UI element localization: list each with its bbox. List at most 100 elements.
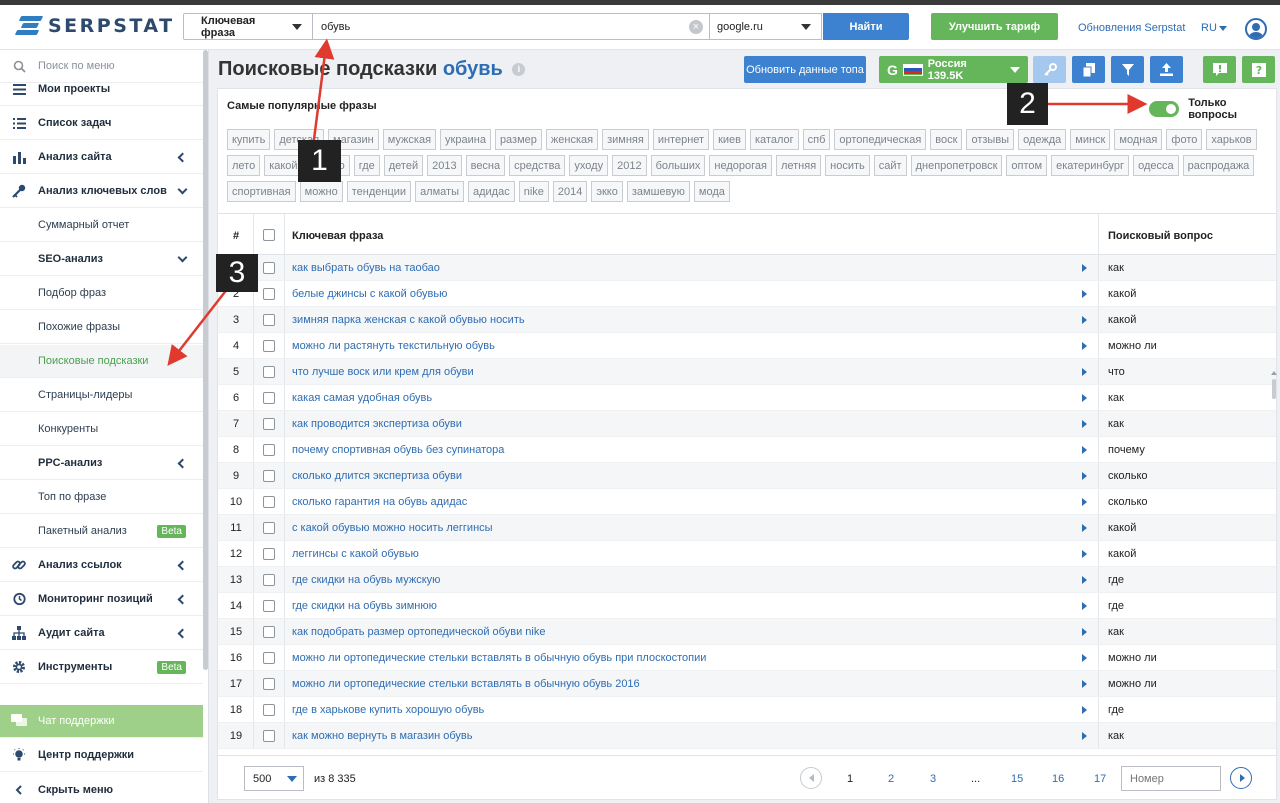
phrase-tag[interactable]: лето xyxy=(227,155,261,176)
phrase-tag[interactable]: где xyxy=(353,155,380,176)
row-checkbox[interactable] xyxy=(263,678,275,690)
feedback-button[interactable] xyxy=(1203,56,1236,83)
header-question[interactable]: Поисковый вопрос xyxy=(1099,230,1269,242)
info-icon[interactable]: i xyxy=(512,63,526,77)
sidebar-item-tools[interactable]: Инструменты Beta xyxy=(0,651,203,684)
phrase-tag[interactable]: воск xyxy=(930,129,963,150)
expand-arrow-icon[interactable] xyxy=(1082,524,1087,532)
phrase-tag[interactable]: алматы xyxy=(415,181,464,202)
sidebar-scrollbar[interactable] xyxy=(203,50,208,670)
row-keyword-link[interactable]: белые джинсы с какой обувью xyxy=(284,288,1098,300)
page-link[interactable]: 3 xyxy=(930,773,936,785)
database-select[interactable]: google.ru xyxy=(710,13,822,40)
row-checkbox[interactable] xyxy=(263,262,275,274)
phrase-tag[interactable]: замшевую xyxy=(626,181,690,202)
expand-arrow-icon[interactable] xyxy=(1082,446,1087,454)
only-questions-toggle[interactable] xyxy=(1149,101,1180,117)
sidebar-item-phrase-selection[interactable]: Подбор фраз xyxy=(0,277,203,310)
phrase-tag[interactable]: недорогая xyxy=(709,155,772,176)
row-keyword-link[interactable]: как подобрать размер ортопедической обув… xyxy=(284,626,1098,638)
row-checkbox[interactable] xyxy=(263,288,275,300)
row-keyword-link[interactable]: леггинсы с какой обувью xyxy=(284,548,1098,560)
row-keyword-link[interactable]: можно ли ортопедические стельки вставлят… xyxy=(284,652,1098,664)
sidebar-item-similar-phrases[interactable]: Похожие фразы xyxy=(0,311,203,344)
sidebar-item-seo-analysis[interactable]: SEO-анализ xyxy=(0,243,203,276)
phrase-tag[interactable]: спортивная xyxy=(227,181,296,202)
phrase-tag[interactable]: харьков xyxy=(1206,129,1257,150)
expand-arrow-icon[interactable] xyxy=(1082,602,1087,610)
phrase-tag[interactable]: фото xyxy=(1166,129,1203,150)
row-keyword-link[interactable]: сколько гарантия на обувь адидас xyxy=(284,496,1098,508)
row-checkbox[interactable] xyxy=(263,496,275,508)
sidebar-item-hide-menu[interactable]: Скрыть меню xyxy=(0,773,203,803)
row-checkbox[interactable] xyxy=(263,418,275,430)
sidebar-item-ppc-analysis[interactable]: PPC-анализ xyxy=(0,447,203,480)
expand-arrow-icon[interactable] xyxy=(1082,290,1087,298)
user-avatar-icon[interactable] xyxy=(1245,18,1267,40)
phrase-tag[interactable]: оптом xyxy=(1006,155,1048,176)
phrase-tag[interactable]: 2013 xyxy=(427,155,462,176)
phrase-tag[interactable]: одежда xyxy=(1018,129,1067,150)
phrase-tag[interactable]: адидас xyxy=(467,181,515,202)
row-keyword-link[interactable]: сколько длится экспертиза обуви xyxy=(284,470,1098,482)
page-number-input[interactable] xyxy=(1121,766,1221,791)
row-checkbox[interactable] xyxy=(263,730,275,742)
phrase-tag[interactable]: спб xyxy=(802,129,831,150)
row-keyword-link[interactable]: какая самая удобная обувь xyxy=(284,392,1098,404)
phrase-tag[interactable]: экко xyxy=(591,181,623,202)
sidebar-item-support-chat[interactable]: Чат поддержки xyxy=(0,705,203,738)
row-keyword-link[interactable]: зимняя парка женская с какой обувью носи… xyxy=(284,314,1098,326)
phrase-tag[interactable]: весна xyxy=(465,155,506,176)
row-checkbox[interactable] xyxy=(263,522,275,534)
prev-page-button[interactable] xyxy=(800,767,822,789)
page-link[interactable]: 17 xyxy=(1094,773,1106,785)
page-link[interactable]: 15 xyxy=(1011,773,1023,785)
expand-arrow-icon[interactable] xyxy=(1082,368,1087,376)
row-keyword-link[interactable]: где в харькове купить хорошую обувь xyxy=(284,704,1098,716)
phrase-tag[interactable]: мода xyxy=(693,181,730,202)
phrase-tag[interactable]: каталог xyxy=(749,129,799,150)
phrase-tag[interactable]: минск xyxy=(1070,129,1111,150)
phrase-tag[interactable]: летняя xyxy=(775,155,822,176)
expand-arrow-icon[interactable] xyxy=(1082,732,1087,740)
expand-arrow-icon[interactable] xyxy=(1082,342,1087,350)
expand-arrow-icon[interactable] xyxy=(1082,576,1087,584)
phrase-tag[interactable]: носить xyxy=(825,155,870,176)
sidebar-item-site-analysis[interactable]: Анализ сайта xyxy=(0,141,203,174)
phrase-tag[interactable]: одесса xyxy=(1133,155,1179,176)
table-scrollbar[interactable] xyxy=(1272,379,1276,399)
row-checkbox[interactable] xyxy=(263,470,275,482)
next-page-button[interactable] xyxy=(1230,767,1252,789)
key-button[interactable] xyxy=(1033,56,1066,83)
phrase-tag[interactable]: больших xyxy=(650,155,706,176)
phrase-tag[interactable]: зимняя xyxy=(602,129,649,150)
row-checkbox[interactable] xyxy=(263,652,275,664)
row-checkbox[interactable] xyxy=(263,548,275,560)
row-keyword-link[interactable]: почему спортивная обувь без супинатора xyxy=(284,444,1098,456)
phrase-tag[interactable]: купить xyxy=(227,129,271,150)
updates-link[interactable]: Обновления Serpstat xyxy=(1078,22,1185,34)
select-all-checkbox[interactable] xyxy=(263,229,275,241)
language-select[interactable]: RU xyxy=(1201,22,1227,34)
expand-arrow-icon[interactable] xyxy=(1082,472,1087,480)
row-keyword-link[interactable]: можно ли ортопедические стельки вставлят… xyxy=(284,678,1098,690)
phrase-tag[interactable]: украина xyxy=(440,129,491,150)
page-link[interactable]: 16 xyxy=(1052,773,1064,785)
row-checkbox[interactable] xyxy=(263,704,275,716)
phrase-tag[interactable]: отзывы xyxy=(966,129,1015,150)
row-keyword-link[interactable]: как проводится экспертиза обуви xyxy=(284,418,1098,430)
expand-arrow-icon[interactable] xyxy=(1082,680,1087,688)
update-top-button[interactable]: Обновить данные топа xyxy=(744,56,866,83)
sidebar-item-competitors[interactable]: Конкуренты xyxy=(0,413,203,446)
page-link[interactable]: 2 xyxy=(888,773,894,785)
expand-arrow-icon[interactable] xyxy=(1082,628,1087,636)
serpstat-logo[interactable]: SERPSTAT xyxy=(14,15,175,37)
row-checkbox[interactable] xyxy=(263,366,275,378)
row-checkbox[interactable] xyxy=(263,314,275,326)
expand-arrow-icon[interactable] xyxy=(1082,654,1087,662)
find-button[interactable]: Найти xyxy=(823,13,909,40)
country-select[interactable]: G Россия 139.5K xyxy=(879,56,1028,83)
phrase-tag[interactable]: 2012 xyxy=(612,155,647,176)
sidebar-item-rank-tracking[interactable]: Мониторинг позиций xyxy=(0,583,203,616)
row-checkbox[interactable] xyxy=(263,444,275,456)
